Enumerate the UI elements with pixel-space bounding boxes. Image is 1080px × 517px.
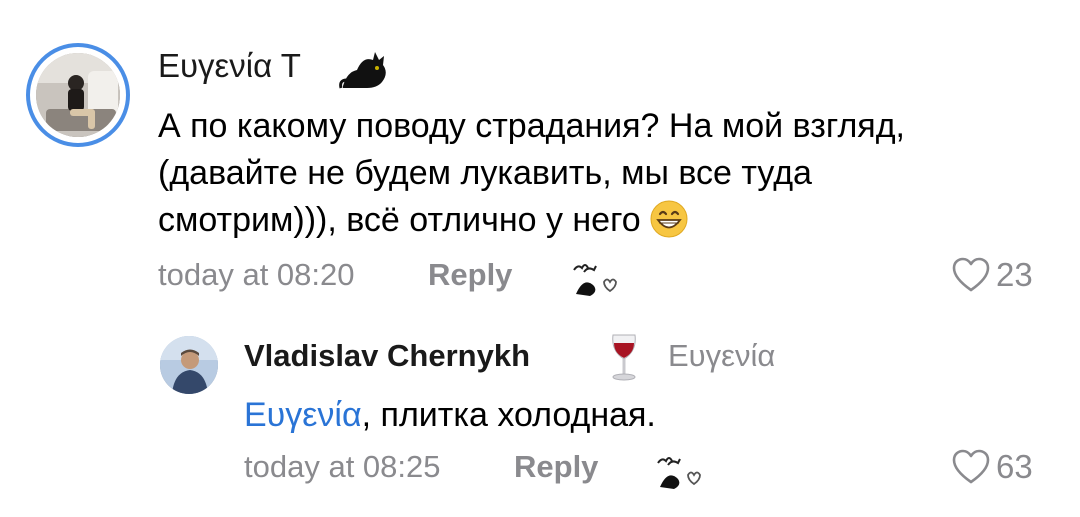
- comment-text-line: А по какому поводу страдания? На мой взг…: [158, 107, 906, 145]
- avatar-ring[interactable]: [26, 43, 130, 147]
- comment-timestamp: today at 08:25: [244, 449, 441, 484]
- like-count: 63: [996, 448, 1033, 485]
- reply-button[interactable]: Reply: [428, 257, 512, 293]
- comment-text-content: , плитка холодная.: [361, 396, 656, 434]
- comment-text: А по какому поводу страдания? На мой взг…: [158, 103, 1038, 244]
- comment-text-line: смотрим))), всё отлично у него: [158, 197, 1038, 244]
- like-count: 23: [996, 256, 1033, 293]
- heart-outline-icon: [952, 449, 990, 484]
- comment: Ευγενία Τ А по какому поводу страдания? …: [0, 0, 1080, 310]
- heart-outline-icon: [952, 257, 990, 292]
- avatar[interactable]: [36, 53, 120, 137]
- avatar[interactable]: [160, 336, 218, 394]
- comment-text-line-content: смотрим))), всё отлично у него: [158, 201, 641, 239]
- comment-text-line: (давайте не будем лукавить, мы все туда: [158, 154, 812, 192]
- mention-link[interactable]: Ευγενία: [244, 396, 362, 434]
- author-name[interactable]: Vladislav Chernykh: [244, 338, 530, 374]
- add-reaction-icon[interactable]: [654, 449, 704, 493]
- like-button[interactable]: 23: [952, 255, 1033, 295]
- like-button[interactable]: 63: [952, 447, 1033, 487]
- comment-text: Ευγενία, плитка холодная.: [244, 392, 656, 439]
- grinning-face-icon: [650, 200, 688, 238]
- author-name[interactable]: Ευγενία Τ: [158, 47, 301, 85]
- add-reaction-icon[interactable]: [570, 256, 620, 300]
- reply-to-name[interactable]: Ευγενία: [668, 338, 775, 374]
- reply-button[interactable]: Reply: [514, 449, 598, 485]
- wine-glass-icon: [612, 334, 636, 381]
- black-cat-icon: [339, 52, 386, 89]
- comment-timestamp: today at 08:20: [158, 257, 355, 292]
